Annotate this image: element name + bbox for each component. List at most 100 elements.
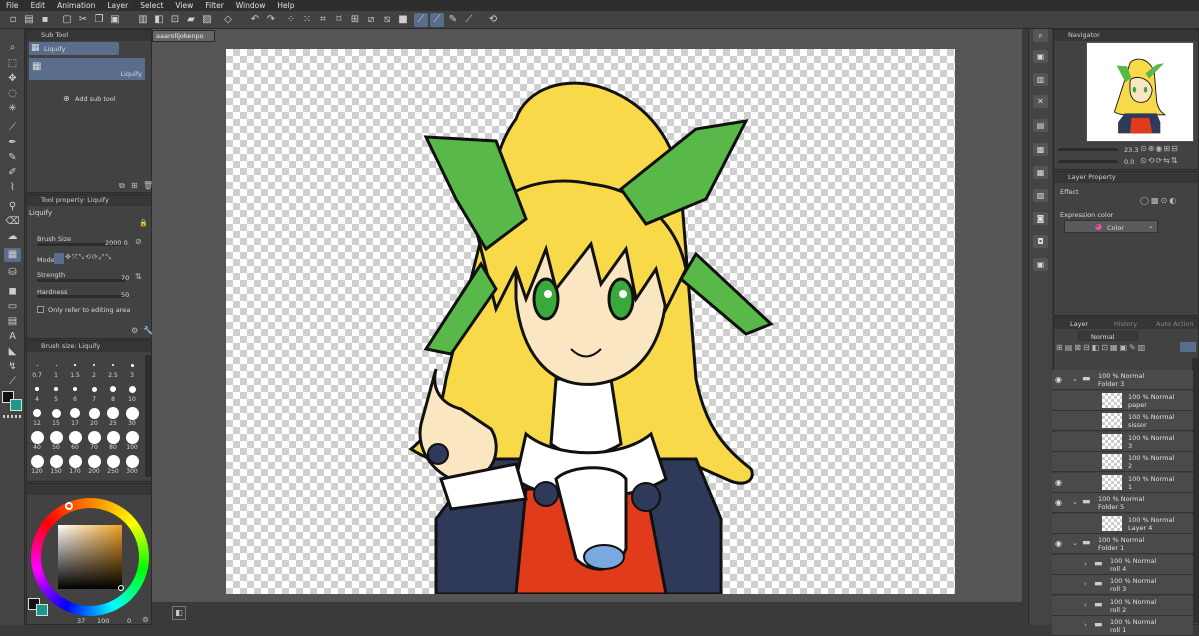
airbrush-tool-icon[interactable]: ⌇ xyxy=(4,181,21,195)
hue-handle[interactable] xyxy=(65,502,73,510)
brush-size-dot[interactable] xyxy=(68,430,82,444)
subtool-item-liquify[interactable]: ▦ Liquify xyxy=(29,58,145,80)
brush-size-dot[interactable] xyxy=(33,409,41,417)
add-sub-tool-icon[interactable]: ⊕ xyxy=(63,94,70,103)
eyedropper-icon[interactable]: ⟋ xyxy=(4,121,21,135)
hardness-value[interactable]: 50 xyxy=(121,291,129,299)
drawing-canvas[interactable] xyxy=(226,49,955,594)
brush-size-scrollbar[interactable] xyxy=(145,355,151,477)
brush-size-dot[interactable] xyxy=(106,454,120,468)
eye-icon[interactable]: ◉ xyxy=(1055,498,1065,508)
material-icon-6[interactable]: ▦ xyxy=(1033,166,1048,179)
copy-to-layer-icon[interactable]: ▥ xyxy=(136,13,150,27)
chevron-down-icon[interactable]: ⌄ xyxy=(1072,498,1080,507)
rotate-value[interactable]: 0.0 xyxy=(1124,158,1134,166)
only-refer-checkbox[interactable] xyxy=(37,306,44,313)
eye-icon[interactable]: ◉ xyxy=(1055,539,1065,549)
copy-icon[interactable]: ❐ xyxy=(92,13,106,27)
fill-tool-icon[interactable]: ⛁ xyxy=(4,266,21,280)
brush-size-dot[interactable] xyxy=(49,430,63,444)
eye-icon[interactable] xyxy=(1055,601,1065,611)
strength-slider[interactable] xyxy=(37,279,125,282)
material-icon-7[interactable]: ▧ xyxy=(1033,189,1048,202)
zoom-controls-icons[interactable]: ⊙⊕◉⊞⊟ xyxy=(1140,144,1179,153)
chevron-down-icon[interactable]: ⌄ xyxy=(1072,375,1080,384)
eye-icon[interactable] xyxy=(1055,416,1065,426)
brush-size-dot[interactable] xyxy=(51,408,61,418)
material-icon-1[interactable]: ▣ xyxy=(1033,50,1048,63)
select-all-icon[interactable]: ⁘ xyxy=(284,13,298,27)
menu-window[interactable]: Window xyxy=(230,1,272,10)
layer-row[interactable]: 100 % Normal 2 xyxy=(1052,452,1193,472)
layer-row[interactable]: › ▬ 100 % Normal roll 2 xyxy=(1052,595,1193,616)
folder-icon[interactable]: ▰ xyxy=(184,13,198,27)
material-icon-4[interactable]: ▤ xyxy=(1033,119,1048,132)
text-tool-icon[interactable]: A xyxy=(4,330,21,344)
brush-size-settings-icon[interactable]: ⊘ xyxy=(135,237,142,246)
strength-value[interactable]: 70 xyxy=(121,274,129,282)
chevron-right-icon[interactable]: › xyxy=(1084,601,1092,610)
screen-icon[interactable]: ⊡ xyxy=(168,13,182,27)
layer-row[interactable]: › ▬ 100 % Normal roll 3 xyxy=(1052,575,1193,595)
chevron-right-icon[interactable]: › xyxy=(1084,621,1092,630)
layer-row[interactable]: ◉ ⌄ ▬ 100 % Normal Folder 5 xyxy=(1052,493,1193,513)
snap-ruler-icon[interactable]: ⟋ xyxy=(414,13,428,27)
material-icon-3[interactable]: ✕ xyxy=(1033,95,1048,108)
gradient-tool-icon[interactable]: ◼ xyxy=(4,285,21,299)
chevron-right-icon[interactable]: › xyxy=(1084,580,1092,589)
brush-size-dot[interactable] xyxy=(35,387,39,391)
material-icon-5[interactable]: ▩ xyxy=(1033,143,1048,156)
brush-size-dot[interactable] xyxy=(72,386,78,392)
figure-tool-icon[interactable]: ▭ xyxy=(4,300,21,314)
paste-icon[interactable]: ▣ xyxy=(108,13,122,27)
tab-auto-action[interactable]: Auto Action xyxy=(1156,320,1194,328)
strength-settings-icon[interactable]: ⇅ xyxy=(135,272,142,281)
crop-icon[interactable]: ⌑ xyxy=(332,13,346,27)
brush-size-dot[interactable] xyxy=(87,430,101,444)
ruler-icon[interactable]: ■ xyxy=(396,13,410,27)
brush-size-dot[interactable] xyxy=(130,363,134,367)
magic-wand-icon[interactable]: ✳ xyxy=(4,102,21,116)
chevron-down-icon[interactable]: ⌄ xyxy=(1072,539,1080,548)
mode-options-icons[interactable]: ✥⤧⤡⟲⟳⤢⤡ xyxy=(65,253,139,264)
tab-layer[interactable]: Layer xyxy=(1070,320,1088,328)
invert-selection-icon[interactable]: ⌗ xyxy=(316,13,330,27)
menu-help[interactable]: Help xyxy=(271,1,300,10)
brush-size-dot[interactable] xyxy=(55,364,57,366)
zoom-value[interactable]: 23.3 xyxy=(1124,146,1138,154)
rotate-controls-icons[interactable]: ⊙⟲⟳⇆⇅ xyxy=(1140,156,1179,165)
material-icon-9[interactable]: ◘ xyxy=(1033,235,1048,248)
deselect-icon[interactable]: ⁙ xyxy=(300,13,314,27)
material-icon-8[interactable]: ◙ xyxy=(1033,212,1048,225)
color-mode-icon[interactable]: ⊚ xyxy=(142,615,149,624)
eye-icon[interactable] xyxy=(1055,560,1065,570)
brush-size-dot[interactable] xyxy=(107,407,119,419)
undo-icon[interactable]: ↶ xyxy=(248,13,262,27)
layer-row[interactable]: › ▬ 100 % Normal roll 4 xyxy=(1052,554,1193,575)
brush-size-dot[interactable] xyxy=(88,407,100,419)
zoom-slider[interactable] xyxy=(1058,148,1118,151)
menu-animation[interactable]: Animation xyxy=(51,1,101,10)
pencil-tool-icon[interactable]: ✎ xyxy=(4,151,21,165)
brush-size-dot[interactable] xyxy=(128,385,136,393)
balloon-tool-icon[interactable]: ◣ xyxy=(4,345,21,359)
selection-tool-icon[interactable]: ⬚ xyxy=(4,57,21,71)
brush-size-dot[interactable] xyxy=(125,406,139,420)
material-icon-2[interactable]: ▥ xyxy=(1033,73,1048,86)
layer-toolbar-icons[interactable]: ⊞▤⊠⊟◧⊡▦▣✎▥ xyxy=(1056,343,1147,352)
navigator-preview[interactable] xyxy=(1086,42,1194,142)
lasso-tool-icon[interactable]: ◌ xyxy=(4,87,21,101)
brush-size-dot[interactable] xyxy=(111,363,115,367)
chevron-right-icon[interactable]: › xyxy=(1084,560,1092,569)
layer-row[interactable]: › ▬ 100 % Normal roll 1 xyxy=(1052,616,1193,636)
eye-icon[interactable] xyxy=(1055,457,1065,467)
color-panel-tabs[interactable] xyxy=(27,484,151,495)
brush-size-dot[interactable] xyxy=(125,430,139,444)
menu-layer[interactable]: Layer xyxy=(101,1,134,10)
layer-color-button[interactable] xyxy=(1180,342,1196,352)
rotate-icon[interactable]: ⟲ xyxy=(486,13,500,27)
layer-row[interactable]: 100 % Normal 3 xyxy=(1052,431,1193,452)
copy-subtool-icon[interactable]: ⧉ xyxy=(119,181,125,191)
eye-icon[interactable] xyxy=(1055,437,1065,447)
shrink-selection-icon[interactable]: ⧄ xyxy=(364,13,378,27)
